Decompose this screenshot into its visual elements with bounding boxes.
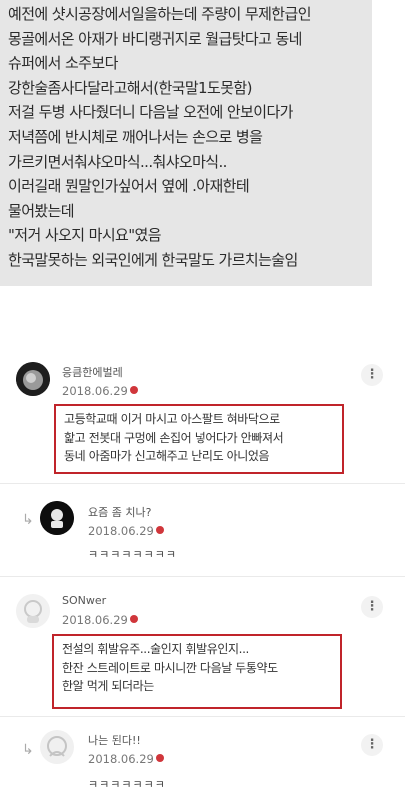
comment-date-text: 2018.06.29 — [88, 524, 154, 538]
story-line: 가르키면서춰샤오마식...춰샤오마식.. — [8, 152, 227, 171]
comment-item: 응큼한에벌레 2018.06.29 ⋮ 고등학교때 이거 마시고 아스팔트 혀바… — [0, 350, 405, 480]
comment-date-text: 2018.06.29 — [62, 613, 128, 627]
divider — [0, 716, 405, 717]
more-options-icon[interactable]: ⋮ — [361, 364, 383, 386]
reply-arrow-icon: ↳ — [22, 512, 34, 528]
avatar[interactable] — [16, 362, 50, 396]
comment-list: 응큼한에벌레 2018.06.29 ⋮ 고등학교때 이거 마시고 아스팔트 혀바… — [0, 350, 405, 800]
reply-arrow-icon: ↳ — [22, 742, 34, 758]
avatar[interactable] — [40, 501, 74, 535]
divider — [0, 483, 405, 484]
comment-body: ㅋㅋㅋㅋㅋㅋㅋㅋ — [88, 548, 177, 561]
comment-author[interactable]: 나는 된다!! — [88, 732, 141, 748]
avatar-image — [16, 594, 50, 628]
story-line: 슈퍼에서 소주보다 — [8, 54, 118, 73]
story-line: 예전에 샷시공장에서일을하는데 주량이 무제한급인 — [8, 5, 312, 23]
story-line: 한국말못하는 외국인에게 한국말도 가르치는술임 — [8, 250, 298, 269]
comment-date: 2018.06.29 — [62, 384, 138, 398]
avatar-image — [40, 501, 74, 535]
comment-body-highlight: 전설의 휘발유주...술인지 휘발유인지... 한잔 스트레이트로 마시니깐 다… — [52, 634, 342, 709]
comment-body: ㅋㅋㅋㅋㅋㅋㅋ — [88, 778, 166, 791]
comment-author[interactable]: 응큼한에벌레 — [62, 364, 123, 380]
avatar-image — [16, 362, 50, 396]
comment-body-line: 한잔 스트레이트로 마시니깐 다음날 두통약도 — [62, 660, 278, 675]
story-line: "저거 사오지 마시요"였음 — [8, 226, 162, 245]
new-badge-icon — [129, 615, 138, 623]
reply-item: ↳ 나는 된다!! 2018.06.29 ⋮ ㅋㅋㅋㅋㅋㅋㅋ — [0, 722, 405, 800]
comment-date: 2018.06.29 — [88, 524, 164, 538]
comment-item: SONwer 2018.06.29 ⋮ 전설의 휘발유주...술인지 휘발유인지… — [0, 582, 405, 712]
comment-date: 2018.06.29 — [88, 752, 164, 766]
comment-body-highlight: 고등학교때 이거 마시고 아스팔트 혀바닥으로 핥고 전봇대 구멍에 손집어 넣… — [54, 404, 344, 474]
story-line: 저걸 두병 사다줬더니 다음날 오전에 안보이다가 — [8, 103, 293, 122]
comment-body-line: 고등학교때 이거 마시고 아스팔트 혀바닥으로 — [64, 412, 280, 426]
comment-body-line: 전설의 휘발유주...술인지 휘발유인지... — [62, 642, 249, 656]
comment-body-line: 동네 아줌마가 신고해주고 난리도 아니었음 — [64, 449, 270, 463]
new-badge-icon — [155, 754, 164, 762]
comment-date-text: 2018.06.29 — [62, 384, 128, 398]
story-line: 몽골에서온 아재가 바디랭귀지로 월급탓다고 동네 — [8, 29, 302, 48]
comment-body-line: 핥고 전봇대 구멍에 손집어 넣어다가 안빠져서 — [64, 430, 284, 445]
avatar[interactable] — [16, 594, 50, 628]
reply-item: ↳ 요즘 좀 치나? 2018.06.29 ㅋㅋㅋㅋㅋㅋㅋㅋ — [0, 490, 405, 575]
more-options-icon[interactable]: ⋮ — [361, 734, 383, 756]
comment-date-text: 2018.06.29 — [88, 752, 154, 766]
divider — [0, 576, 405, 577]
avatar-image — [40, 730, 74, 764]
comment-date: 2018.06.29 — [62, 613, 138, 627]
comment-body-line: 한알 먹게 되더라는 — [62, 679, 154, 693]
comment-author[interactable]: 요즘 좀 치나? — [88, 504, 151, 520]
avatar[interactable] — [40, 730, 74, 764]
comment-author[interactable]: SONwer — [62, 594, 106, 607]
story-line: 강한술좀사다달라고해서(한국말1도못함) — [8, 78, 252, 97]
story-line: 저녁쯤에 반시체로 깨어나서는 손으로 병을 — [8, 127, 263, 146]
story-line: 물어봤는데 — [8, 201, 75, 220]
new-badge-icon — [129, 386, 138, 394]
new-badge-icon — [155, 526, 164, 534]
story-text-block: 예전에 샷시공장에서일을하는데 주량이 무제한급인 몽골에서온 아재가 바디랭귀… — [0, 0, 372, 286]
story-line: 이러길래 뭔말인가싶어서 옆에 .아재한테 — [8, 177, 250, 196]
more-options-icon[interactable]: ⋮ — [361, 596, 383, 618]
